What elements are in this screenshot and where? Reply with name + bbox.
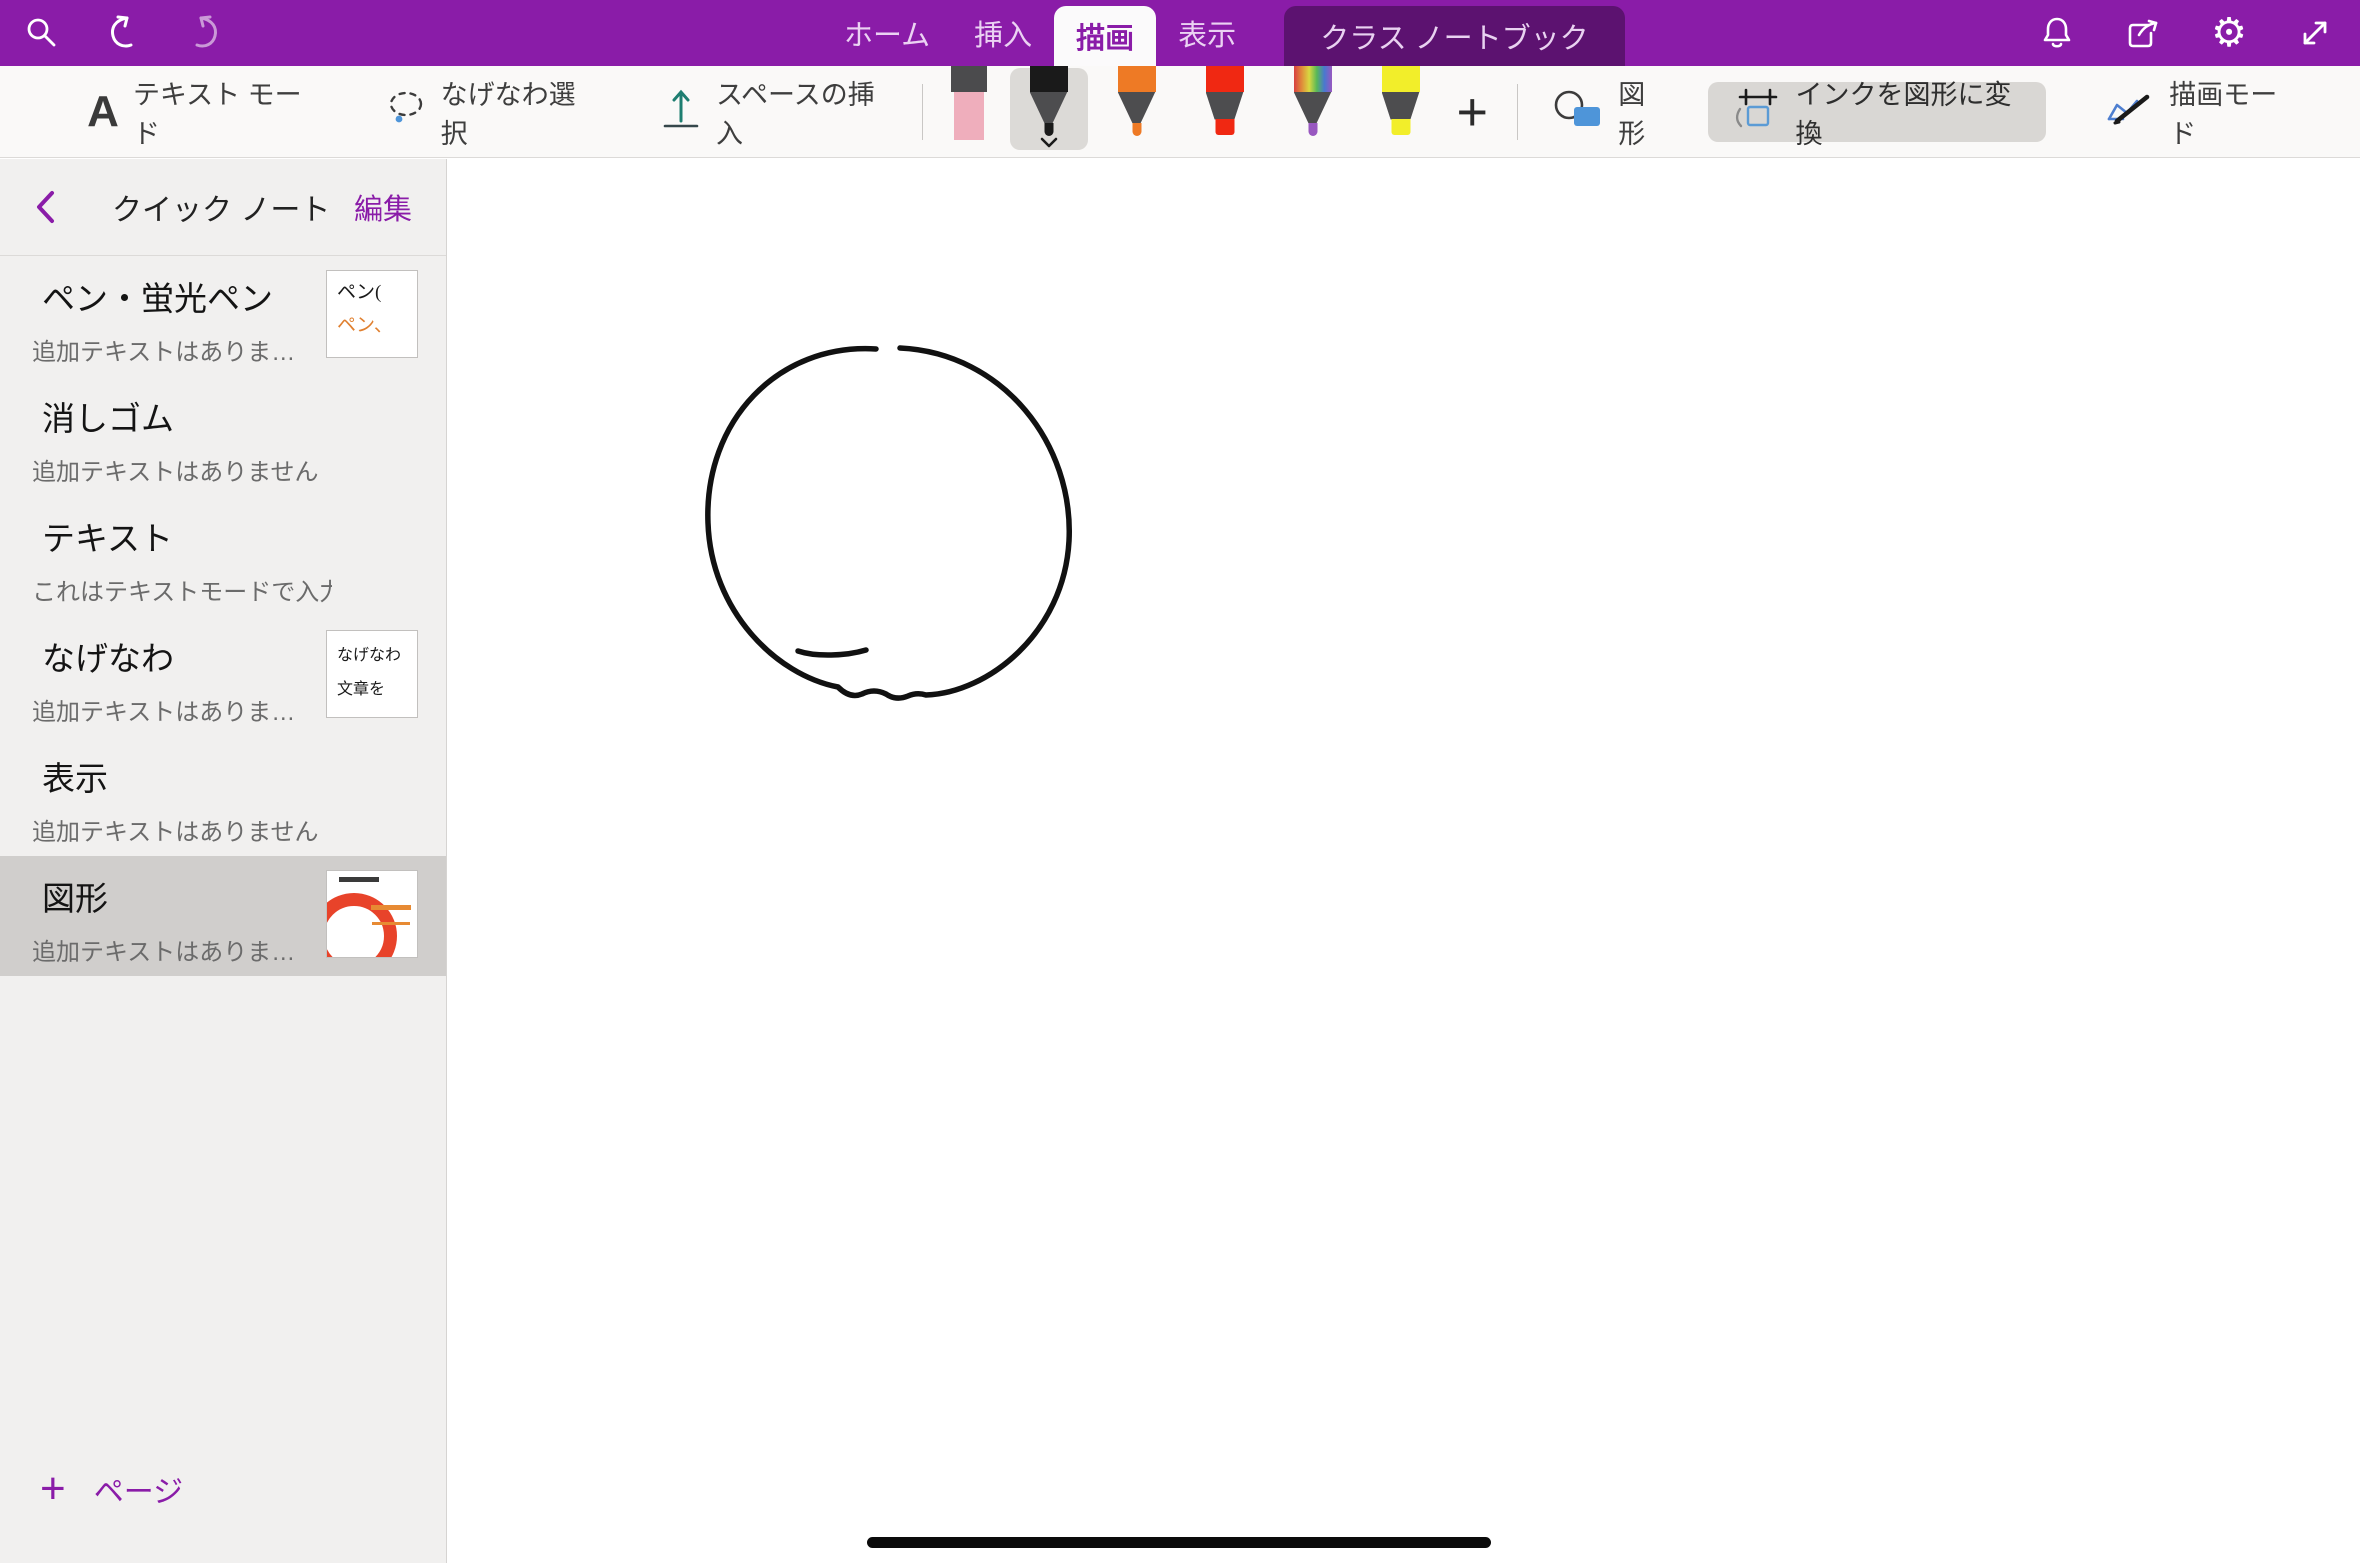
ribbon-tab-表示[interactable]: 表示 <box>1156 0 1258 66</box>
lasso-select-label: なげなわ選択 <box>441 73 591 151</box>
pen-icon <box>1115 66 1159 144</box>
ribbon-tab-ホーム[interactable]: ホーム <box>822 0 952 66</box>
page-thumbnail <box>326 870 418 958</box>
settings-gear-icon[interactable]: ⚙ <box>2210 14 2248 52</box>
top-bar-right-icons: ⚙ <box>2038 0 2334 66</box>
share-icon[interactable] <box>2124 14 2162 52</box>
shapes-button[interactable]: 図形 <box>1550 73 1666 151</box>
pen-slot-red-marker[interactable] <box>1181 66 1269 158</box>
draw-mode-label: 描画モード <box>2169 73 2293 151</box>
pen-icon <box>947 66 991 144</box>
search-icon[interactable] <box>22 14 60 52</box>
ribbon-tab-label: 挿入 <box>974 12 1032 54</box>
redo-icon[interactable] <box>186 14 224 52</box>
notebook-tab[interactable]: クラス ノートブック <box>1284 6 1624 66</box>
insert-space-icon <box>660 85 702 138</box>
pen-icon <box>1379 66 1423 144</box>
page-subtitle: これはテキストモードで入力し… <box>32 572 332 607</box>
page-list-item[interactable]: なげなわ 追加テキストはありま… なげなわ文章を <box>0 616 446 736</box>
note-canvas[interactable] <box>448 159 2360 1563</box>
toolbar-divider <box>922 84 923 140</box>
text-mode-icon: A <box>87 90 119 134</box>
insert-space-label: スペースの挿入 <box>716 73 888 151</box>
insert-space-button[interactable]: スペースの挿入 <box>660 73 888 151</box>
page-list-item[interactable]: テキスト これはテキストモードで入力し… <box>0 496 446 616</box>
lasso-icon <box>385 89 427 134</box>
back-chevron-icon[interactable] <box>34 189 56 225</box>
shapes-label: 図形 <box>1618 73 1666 151</box>
ink-to-shape-label: インクを図形に変換 <box>1796 73 2023 151</box>
pen-icon <box>1203 66 1247 144</box>
page-subtitle: 追加テキストはありません <box>32 812 332 847</box>
chevron-down-icon <box>1039 136 1059 154</box>
lasso-select-button[interactable]: なげなわ選択 <box>385 73 591 151</box>
undo-icon[interactable] <box>104 14 142 52</box>
pen-icon <box>1291 66 1335 144</box>
page-subtitle: 追加テキストはありま… <box>32 932 332 967</box>
pen-slot-rainbow-pen[interactable] <box>1269 66 1357 158</box>
home-indicator-bar[interactable] <box>867 1537 1491 1548</box>
onenote-app: ホーム 挿入 描画 表示 クラス ノートブック ⚙ <box>0 0 2360 1563</box>
thumbnail-text-line: なげなわ <box>327 631 417 665</box>
pen-icon <box>1027 66 1071 144</box>
pen-gallery <box>933 66 1445 158</box>
draw-mode-icon <box>2103 89 2155 134</box>
page-list-item[interactable]: 図形 追加テキストはありま… <box>0 856 446 976</box>
page-title: 消しゴム <box>42 392 416 440</box>
page-subtitle: 追加テキストはありません <box>32 452 332 487</box>
notebook-section-title: クイック ノート <box>112 185 330 229</box>
thumbnail-text-line: 文章を <box>327 665 417 699</box>
page-list: ペン・蛍光ペン 追加テキストはありま… ペン(ペン、 消しゴム 追加テキストはあ… <box>0 256 446 976</box>
sidebar-header: クイック ノート 編集 <box>0 159 446 255</box>
page-thumbnail: なげなわ文章を <box>326 630 418 718</box>
page-subtitle: 追加テキストはありま… <box>32 332 332 367</box>
add-page-label: ページ <box>94 1467 183 1511</box>
text-mode-label: テキスト モード <box>133 73 315 151</box>
pen-slot-black-pen[interactable] <box>1005 66 1093 158</box>
page-subtitle: 追加テキストはありま… <box>32 692 332 727</box>
notifications-icon[interactable] <box>2038 14 2076 52</box>
ink-to-shape-button[interactable]: インクを図形に変換 <box>1708 82 2047 142</box>
ribbon-tab-描画[interactable]: 描画 <box>1054 6 1156 66</box>
page-thumbnail: ペン(ペン、 <box>326 270 418 358</box>
page-list-item[interactable]: 消しゴム 追加テキストはありません <box>0 376 446 496</box>
thumbnail-text-line: ペン、 <box>327 304 417 337</box>
ribbon-tab-bar: ホーム 挿入 描画 表示 クラス ノートブック <box>822 0 1625 66</box>
pen-slot-orange-pen[interactable] <box>1093 66 1181 158</box>
ribbon-tab-挿入[interactable]: 挿入 <box>952 0 1054 66</box>
shapes-icon <box>1550 88 1604 135</box>
ribbon-tab-label: 表示 <box>1178 12 1236 54</box>
page-list-item[interactable]: ペン・蛍光ペン 追加テキストはありま… ペン(ペン、 <box>0 256 446 376</box>
pen-slot-yellow-highlighter[interactable] <box>1357 66 1445 158</box>
top-bar: ホーム 挿入 描画 表示 クラス ノートブック ⚙ <box>0 0 2360 66</box>
page-title: テキスト <box>42 512 416 560</box>
pen-slot-eraser[interactable] <box>933 66 1005 158</box>
add-page-button[interactable]: + ページ <box>40 1467 183 1511</box>
ink-to-shape-icon <box>1732 87 1782 136</box>
ink-drawing-circle <box>448 159 2360 1563</box>
draw-mode-button[interactable]: 描画モード <box>2103 73 2293 151</box>
thumbnail-text-line: ペン( <box>327 271 417 304</box>
ribbon-tab-label: 描画 <box>1076 15 1134 57</box>
fullscreen-icon[interactable] <box>2296 14 2334 52</box>
add-pen-button[interactable]: + <box>1445 85 1501 139</box>
text-mode-button[interactable]: A テキスト モード <box>87 73 315 151</box>
edit-button[interactable]: 編集 <box>354 186 412 228</box>
ribbon-tab-label: ホーム <box>844 12 930 54</box>
page-list-item[interactable]: 表示 追加テキストはありません <box>0 736 446 856</box>
page-list-sidebar: クイック ノート 編集 ペン・蛍光ペン 追加テキストはありま… ペン(ペン、 消… <box>0 159 447 1563</box>
toolbar-divider <box>1517 84 1518 140</box>
top-bar-left-icons <box>22 0 224 66</box>
draw-ribbon: A テキスト モード なげなわ選択 <box>0 66 2360 158</box>
page-title: 表示 <box>42 752 416 800</box>
plus-icon: + <box>40 1467 66 1511</box>
